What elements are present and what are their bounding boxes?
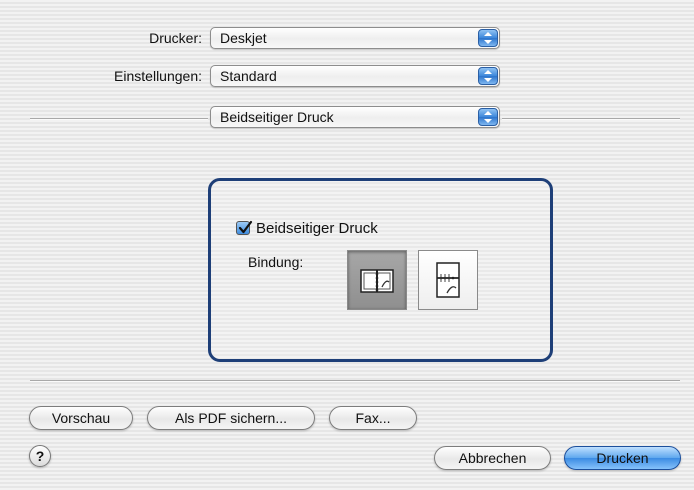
presets-popup[interactable]: Standard [210, 65, 500, 87]
help-button[interactable]: ? [29, 445, 51, 467]
presets-label: Einstellungen: [114, 68, 202, 84]
preview-button[interactable]: Vorschau [29, 406, 133, 430]
checkmark-icon [238, 220, 253, 234]
separator-right [502, 118, 680, 120]
binding-label: Bindung: [248, 254, 304, 270]
short-edge-binding-icon [436, 262, 460, 298]
printer-label: Drucker: [149, 30, 202, 46]
cancel-button[interactable]: Abbrechen [434, 446, 551, 470]
panel-menu-popup[interactable]: Beidseitiger Druck [210, 106, 500, 128]
popup-arrows-icon [478, 108, 498, 126]
printer-popup[interactable]: Deskjet [210, 27, 500, 49]
save-as-pdf-button[interactable]: Als PDF sichern... [147, 406, 315, 430]
short-edge-binding-button[interactable] [418, 250, 478, 310]
long-edge-binding-button[interactable] [347, 250, 407, 310]
printer-value: Deskjet [220, 30, 267, 46]
duplex-checkbox[interactable] [236, 220, 253, 235]
bottom-separator [30, 380, 680, 382]
long-edge-binding-icon [360, 269, 394, 293]
presets-value: Standard [220, 68, 277, 84]
popup-arrows-icon [478, 67, 498, 85]
popup-arrows-icon [478, 29, 498, 47]
duplex-checkbox-label: Beidseitiger Druck [256, 220, 378, 237]
panel-menu-value: Beidseitiger Druck [220, 109, 334, 125]
fax-button[interactable]: Fax... [329, 406, 417, 430]
print-button[interactable]: Drucken [564, 446, 681, 470]
separator-left [30, 118, 208, 120]
